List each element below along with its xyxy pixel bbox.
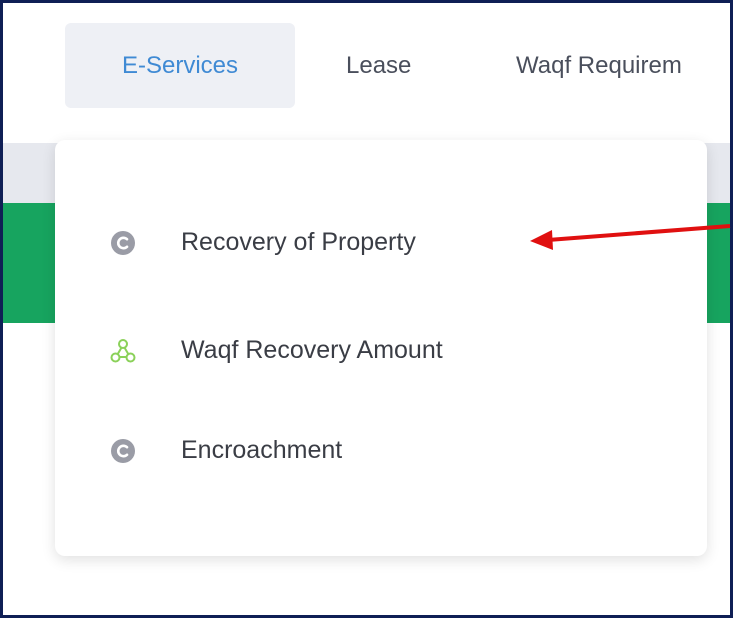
menu-item-label: Recovery of Property <box>181 228 416 256</box>
menu-item-recovery-of-property[interactable]: Recovery of Property <box>110 228 416 257</box>
copyright-circle-icon <box>110 438 136 464</box>
e-services-dropdown-menu: Recovery of Property Waqf Recovery Amoun… <box>55 140 707 556</box>
tab-lease[interactable]: Lease <box>346 23 411 108</box>
menu-item-label: Waqf Recovery Amount <box>181 336 443 364</box>
copyright-circle-icon <box>110 230 136 256</box>
menu-item-label: Encroachment <box>181 436 343 464</box>
screenshot-frame: il E-Services Lease Waqf Requirem Recove… <box>0 0 733 618</box>
menu-item-encroachment[interactable]: Encroachment <box>110 436 342 465</box>
menu-item-waqf-recovery-amount[interactable]: Waqf Recovery Amount <box>110 336 443 365</box>
tab-e-services[interactable]: E-Services <box>65 23 295 108</box>
network-nodes-icon <box>110 338 136 364</box>
tab-waqf-requirements[interactable]: Waqf Requirem <box>516 23 682 108</box>
